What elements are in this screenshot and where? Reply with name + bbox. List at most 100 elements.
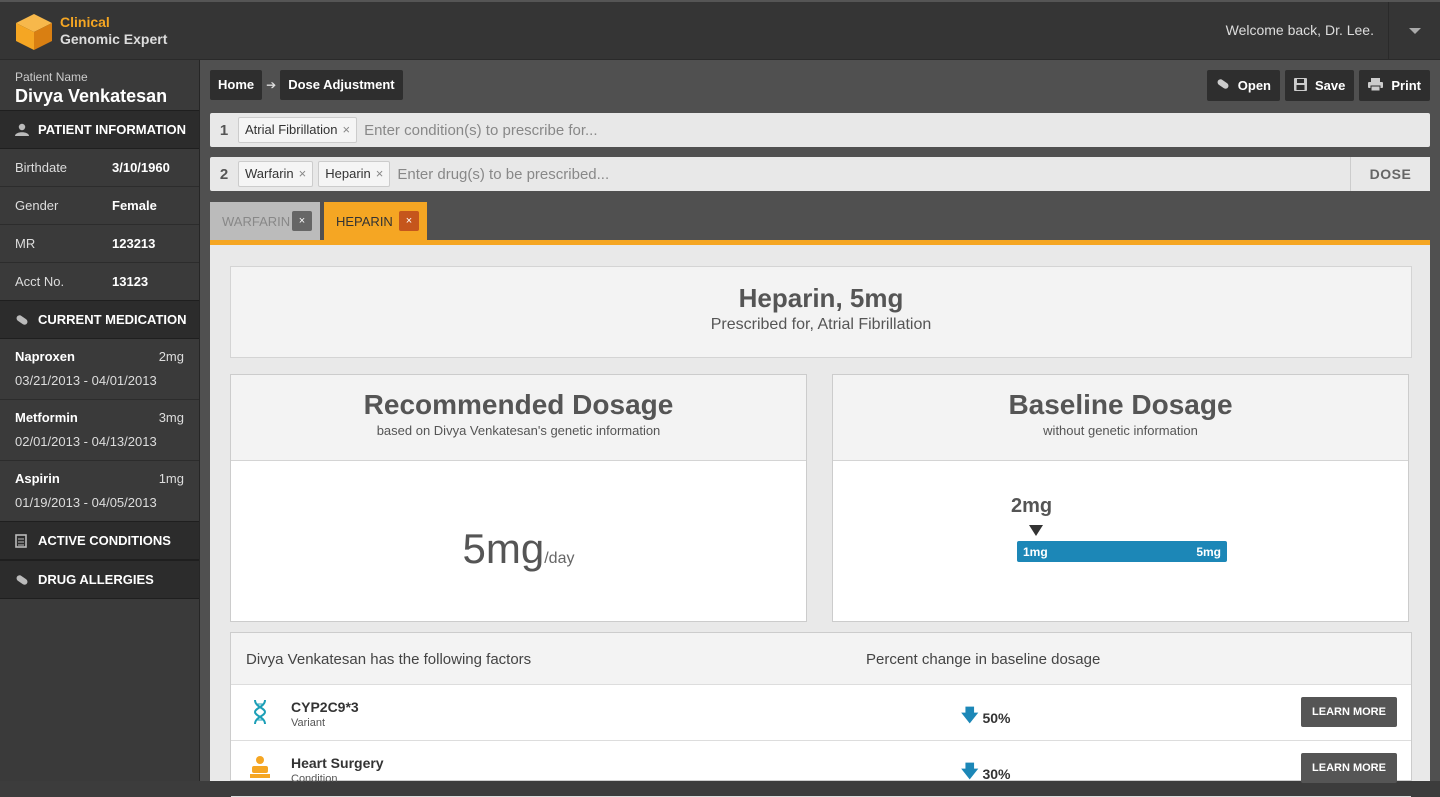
chevron-down-icon bbox=[1408, 28, 1421, 34]
condition-chip[interactable]: Atrial Fibrillation × bbox=[238, 117, 358, 143]
top-bar: Clinical Genomic Expert Welcome back, Dr… bbox=[0, 0, 1440, 60]
card-subtitle: without genetic information bbox=[1043, 423, 1198, 438]
medication-dates: 02/01/2013 - 04/13/2013 bbox=[15, 434, 157, 449]
factors-header: Divya Venkatesan has the following facto… bbox=[231, 633, 1411, 685]
tab-heparin[interactable]: HEPARIN × bbox=[324, 202, 427, 240]
chip-label: Warfarin bbox=[245, 166, 294, 181]
step-number: 1 bbox=[219, 121, 229, 139]
close-tab-icon[interactable]: × bbox=[399, 211, 419, 231]
factors-header-left: Divya Venkatesan has the following facto… bbox=[246, 651, 532, 668]
medication-dose: 3mg bbox=[158, 410, 184, 425]
learn-more-button[interactable]: LEARN MORE bbox=[1301, 753, 1397, 783]
range-min: 1mg bbox=[1023, 544, 1048, 559]
baseline-dose-value: 2mg bbox=[1011, 495, 1053, 517]
tab-label: WARFARIN bbox=[222, 213, 291, 229]
printer-icon bbox=[1368, 77, 1384, 94]
dose-content: Heparin, 5mg Prescribed for, Atrial Fibr… bbox=[210, 245, 1430, 797]
info-value: Female bbox=[112, 198, 157, 213]
medication-item: Naproxen 2mg 03/21/2013 - 04/01/2013 bbox=[0, 339, 199, 400]
main-panel: Home ➔ Dose Adjustment Open Save Print 1… bbox=[200, 60, 1440, 797]
open-label: Open bbox=[1237, 78, 1271, 93]
save-button[interactable]: Save bbox=[1285, 70, 1355, 101]
medication-dates: 01/19/2013 - 04/05/2013 bbox=[15, 495, 157, 510]
info-value: 3/10/1960 bbox=[112, 160, 170, 175]
remove-chip-icon[interactable]: × bbox=[299, 166, 307, 181]
tab-warfarin[interactable]: WARFARIN × bbox=[210, 202, 320, 240]
pill-icon bbox=[15, 573, 31, 587]
breadcrumb: Home ➔ Dose Adjustment bbox=[210, 70, 403, 100]
prescription-subtitle: Prescribed for, Atrial Fibrillation bbox=[710, 316, 932, 333]
user-menu-toggle[interactable] bbox=[1388, 2, 1440, 60]
info-key: Acct No. bbox=[15, 274, 65, 289]
section-patient-information[interactable]: PATIENT INFORMATION bbox=[0, 110, 199, 149]
factor-type: Variant bbox=[291, 717, 326, 729]
remove-chip-icon[interactable]: × bbox=[342, 122, 350, 137]
learn-more-button[interactable]: LEARN MORE bbox=[1301, 697, 1397, 727]
card-header: Recommended Dosage based on Divya Venkat… bbox=[231, 375, 806, 461]
pill-icon bbox=[1216, 78, 1230, 93]
recommended-dosage-card: Recommended Dosage based on Divya Venkat… bbox=[230, 374, 807, 622]
section-label: CURRENT MEDICATION bbox=[38, 312, 187, 327]
floppy-disk-icon bbox=[1294, 77, 1307, 94]
medication-dates: 03/21/2013 - 04/01/2013 bbox=[15, 373, 157, 388]
card-subtitle: based on Divya Venkatesan's genetic info… bbox=[376, 423, 661, 438]
save-label: Save bbox=[1315, 78, 1346, 93]
chip-label: Heparin bbox=[325, 166, 371, 181]
patient-name: Divya Venkatesan bbox=[15, 86, 168, 106]
section-current-medication[interactable]: CURRENT MEDICATION bbox=[0, 300, 199, 339]
factors-table: Divya Venkatesan has the following facto… bbox=[230, 632, 1412, 797]
info-key: MR bbox=[15, 236, 36, 251]
info-row-mr: MR 123213 bbox=[0, 225, 199, 263]
factor-change: 🡇 30% bbox=[961, 759, 1011, 788]
close-tab-icon[interactable]: × bbox=[292, 211, 312, 231]
dose-unit: /day bbox=[544, 550, 575, 567]
table-row: Heart Surgery Condition 🡇 30% LEARN MORE bbox=[231, 741, 1411, 797]
card-title: Baseline Dosage bbox=[1008, 389, 1233, 420]
tab-label: HEPARIN bbox=[336, 213, 393, 229]
dose-amount: 5mg bbox=[462, 525, 545, 572]
drugs-input[interactable]: Enter drug(s) to be prescribed... bbox=[397, 166, 609, 183]
medication-dose: 2mg bbox=[158, 349, 184, 364]
prescription-summary: Heparin, 5mg Prescribed for, Atrial Fibr… bbox=[230, 266, 1412, 358]
factor-change: 🡇 50% bbox=[961, 703, 1011, 732]
change-value: 30% bbox=[982, 765, 1011, 782]
section-drug-allergies[interactable]: DRUG ALLERGIES bbox=[0, 560, 199, 599]
section-active-conditions[interactable]: ACTIVE CONDITIONS bbox=[0, 521, 199, 560]
open-button[interactable]: Open bbox=[1206, 70, 1280, 101]
dna-icon bbox=[249, 699, 271, 725]
dose-range-bar: 1mg 5mg bbox=[1017, 541, 1227, 562]
dose-marker-icon bbox=[1029, 525, 1043, 536]
section-label: PATIENT INFORMATION bbox=[38, 122, 187, 137]
info-key: Gender bbox=[15, 198, 59, 213]
factor-name: Heart Surgery bbox=[291, 755, 384, 771]
info-value: 13123 bbox=[112, 274, 149, 289]
factor-type: Condition bbox=[291, 773, 338, 785]
print-button[interactable]: Print bbox=[1359, 70, 1430, 101]
card-header: Baseline Dosage without genetic informat… bbox=[833, 375, 1408, 461]
logo-line-1: Clinical bbox=[60, 14, 110, 30]
card-title: Recommended Dosage bbox=[363, 389, 674, 420]
surgery-icon bbox=[249, 755, 271, 781]
step-number: 2 bbox=[219, 165, 229, 183]
section-label: DRUG ALLERGIES bbox=[38, 572, 154, 587]
remove-chip-icon[interactable]: × bbox=[376, 166, 384, 181]
factors-header-right: Percent change in baseline dosage bbox=[866, 651, 1101, 668]
app-logo-text: Clinical Genomic Expert bbox=[60, 14, 167, 48]
recommended-dose-value: 5mg/day bbox=[231, 525, 806, 573]
medication-item: Aspirin 1mg 01/19/2013 - 04/05/2013 bbox=[0, 461, 199, 522]
prescription-title: Heparin, 5mg bbox=[738, 283, 904, 313]
drug-chip[interactable]: Heparin × bbox=[318, 161, 391, 187]
logo-cube-icon bbox=[16, 14, 52, 50]
info-row-acct-no: Acct No. 13123 bbox=[0, 263, 199, 301]
factor-name: CYP2C9*3 bbox=[291, 699, 359, 715]
conditions-input[interactable]: Enter condition(s) to prescribe for... bbox=[364, 122, 597, 139]
range-max: 5mg bbox=[1196, 544, 1221, 559]
breadcrumb-home[interactable]: Home bbox=[210, 70, 263, 100]
print-label: Print bbox=[1391, 78, 1421, 93]
drug-chip[interactable]: Warfarin × bbox=[238, 161, 314, 187]
dose-button[interactable]: DOSE bbox=[1350, 157, 1430, 191]
arrow-right-icon: ➔ bbox=[266, 78, 277, 92]
drugs-field: 2 Warfarin × Heparin × Enter drug(s) to be… bbox=[210, 157, 1430, 191]
breadcrumb-dose-adjustment[interactable]: Dose Adjustment bbox=[280, 70, 403, 100]
info-value: 123213 bbox=[112, 236, 156, 251]
